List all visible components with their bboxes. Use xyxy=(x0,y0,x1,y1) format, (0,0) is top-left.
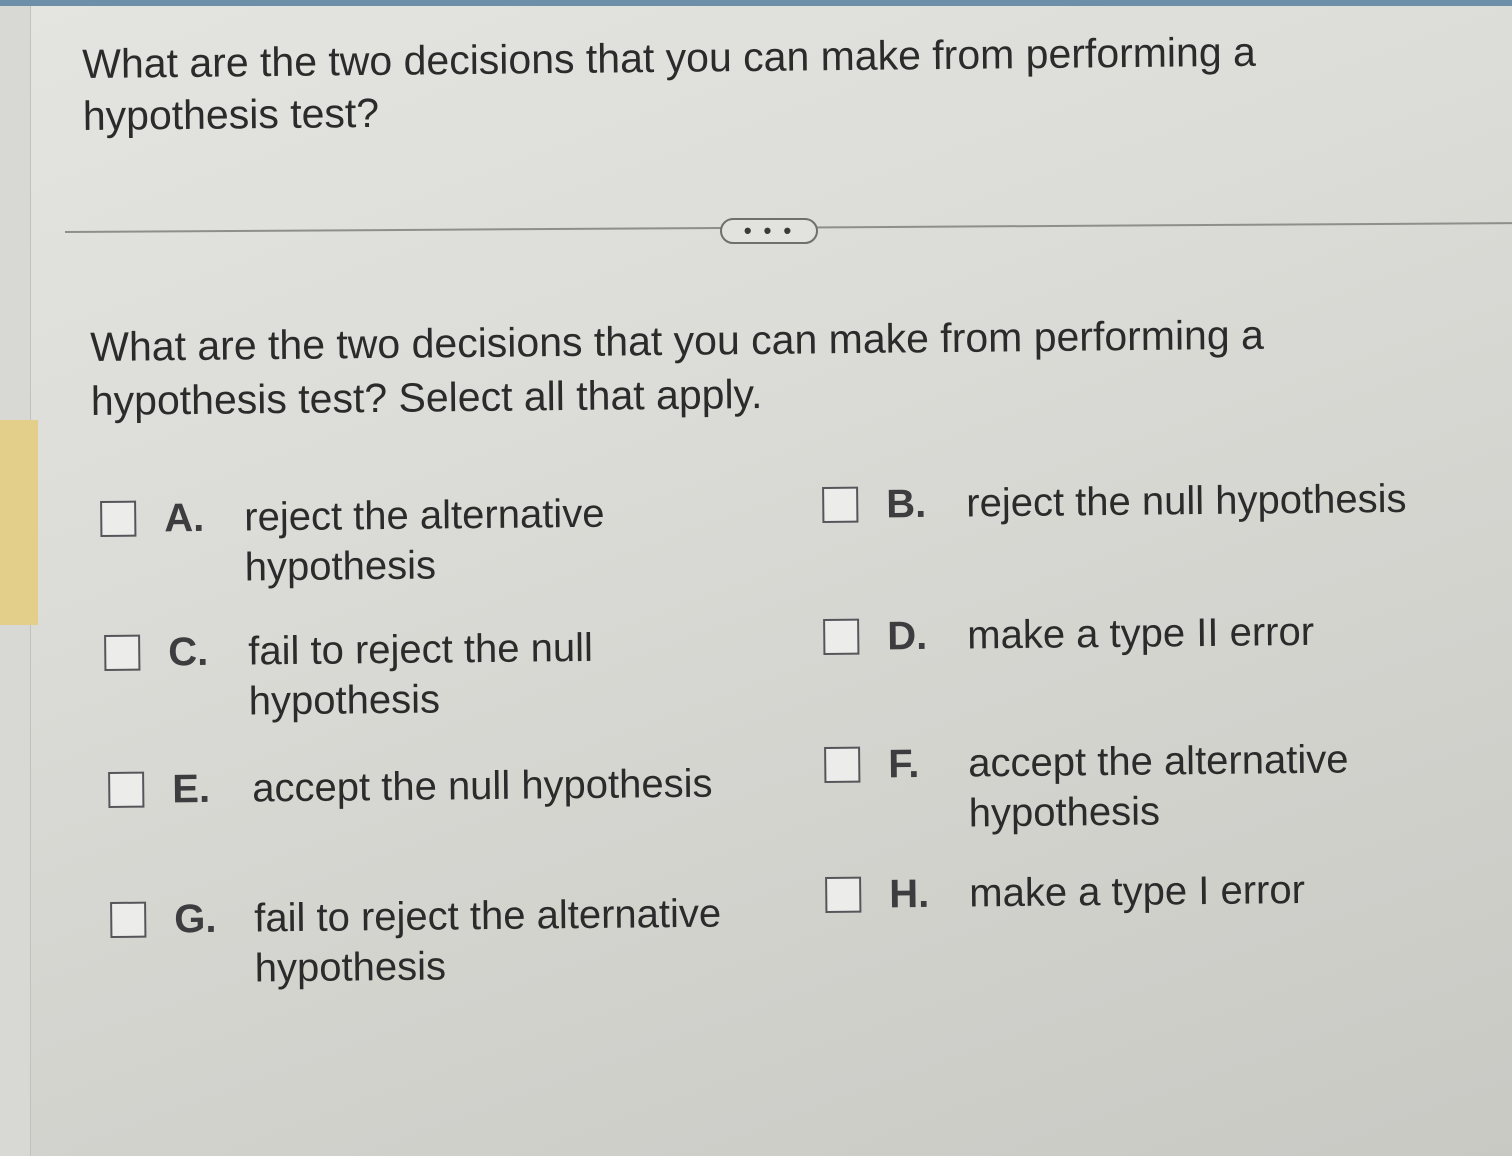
option-text[interactable]: accept the null hypothesis xyxy=(252,758,772,813)
option-letter: C. xyxy=(168,629,209,675)
option-letter: G. xyxy=(174,896,217,942)
option-letter: H. xyxy=(889,871,930,917)
ellipsis-icon: • • • xyxy=(743,218,795,243)
option-letter: A. xyxy=(164,495,205,541)
option-text[interactable]: accept the alternative hypothesis xyxy=(968,734,1389,838)
question-highlight-marker xyxy=(0,420,38,625)
answer-option-f[interactable]: F. accept the alternative hypothesis xyxy=(824,734,1389,840)
checkbox-d[interactable] xyxy=(823,618,860,655)
answer-option-e[interactable]: E. accept the null hypothesis xyxy=(108,758,772,815)
checkbox-c[interactable] xyxy=(104,634,141,671)
option-letter: B. xyxy=(886,481,927,527)
option-letter: F. xyxy=(888,742,920,787)
option-letter: E. xyxy=(172,766,211,812)
checkbox-g[interactable] xyxy=(110,901,147,938)
question-header: What are the two decisions that you can … xyxy=(82,28,1257,139)
answer-option-d[interactable]: D. make a type II error xyxy=(823,605,1447,662)
option-text[interactable]: make a type II error xyxy=(967,605,1447,660)
answer-option-h[interactable]: H. make a type I error xyxy=(825,863,1449,920)
option-letter: D. xyxy=(887,613,928,659)
option-text[interactable]: reject the alternative hypothesis xyxy=(244,488,665,592)
checkbox-e[interactable] xyxy=(108,771,145,808)
checkbox-b[interactable] xyxy=(822,486,859,523)
option-text[interactable]: reject the null hypothesis xyxy=(966,473,1446,528)
answer-option-a[interactable]: A. reject the alternative hypothesis xyxy=(100,488,665,594)
checkbox-f[interactable] xyxy=(824,746,861,783)
answer-option-c[interactable]: C. fail to reject the null hypothesis xyxy=(104,622,669,728)
option-text[interactable]: make a type I error xyxy=(969,863,1449,918)
option-text[interactable]: fail to reject the null hypothesis xyxy=(248,622,669,726)
question-prompt: What are the two decisions that you can … xyxy=(90,311,1265,424)
answer-option-g[interactable]: G. fail to reject the alternative hypoth… xyxy=(110,888,775,995)
checkbox-h[interactable] xyxy=(825,876,862,913)
checkbox-a[interactable] xyxy=(100,500,137,537)
option-text[interactable]: fail to reject the alternative hypothesi… xyxy=(254,888,775,993)
answer-option-b[interactable]: B. reject the null hypothesis xyxy=(822,473,1446,530)
window-top-bar xyxy=(0,0,1512,6)
expand-more-button[interactable]: • • • xyxy=(720,218,818,244)
